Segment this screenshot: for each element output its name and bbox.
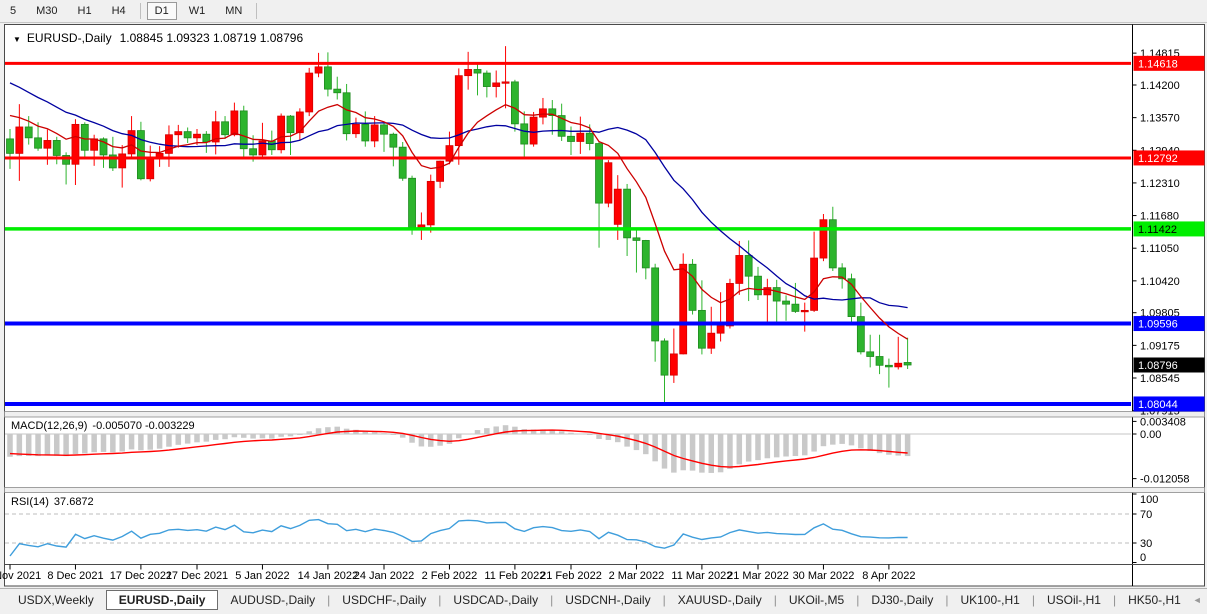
svg-text:8 Apr 2022: 8 Apr 2022 xyxy=(862,570,915,582)
svg-text:30: 30 xyxy=(1140,538,1152,550)
svg-text:1.09175: 1.09175 xyxy=(1140,340,1180,352)
chart-tab-usdcad-daily[interactable]: USDCAD-,Daily xyxy=(441,591,550,609)
chart-tab-xauusd-daily[interactable]: XAUUSD-,Daily xyxy=(666,591,774,609)
svg-text:21 Mar 2022: 21 Mar 2022 xyxy=(727,570,789,582)
tab-scroll-arrows: ◄► xyxy=(1193,595,1207,605)
svg-text:21 Feb 2022: 21 Feb 2022 xyxy=(540,570,602,582)
svg-text:-0.012058: -0.012058 xyxy=(1140,474,1190,486)
svg-text:30 Mar 2022: 30 Mar 2022 xyxy=(793,570,855,582)
svg-text:0: 0 xyxy=(1140,552,1146,564)
rsi-name: RSI(14) xyxy=(11,496,49,508)
macd-name: MACD(12,26,9) xyxy=(11,420,87,432)
svg-text:24 Jan 2022: 24 Jan 2022 xyxy=(354,570,415,582)
svg-text:1.12792: 1.12792 xyxy=(1138,153,1178,165)
macd-values: -0.005070 -0.003229 xyxy=(92,420,194,432)
svg-text:1.11680: 1.11680 xyxy=(1140,211,1179,223)
chart-tab-uk100-h1[interactable]: UK100-,H1 xyxy=(948,591,1031,609)
svg-text:8 Dec 2021: 8 Dec 2021 xyxy=(47,570,103,582)
svg-text:2 Feb 2022: 2 Feb 2022 xyxy=(422,570,478,582)
rsi-value: 37.6872 xyxy=(54,496,94,508)
chart-tab-audusd-daily[interactable]: AUDUSD-,Daily xyxy=(218,591,327,609)
svg-text:17 Dec 2021: 17 Dec 2021 xyxy=(110,570,172,582)
price-chart[interactable]: 1.148151.142001.135701.129401.123101.116… xyxy=(0,0,1207,614)
chart-tab-dj30-daily[interactable]: DJ30-,Daily xyxy=(859,591,945,609)
svg-text:11 Mar 2022: 11 Mar 2022 xyxy=(671,570,732,582)
rsi-label: RSI(14) 37.6872 xyxy=(11,496,94,508)
svg-text:1.10420: 1.10420 xyxy=(1140,276,1180,288)
chart-title: ▼ EURUSD-,Daily 1.08845 1.09323 1.08719 1.… xyxy=(13,31,303,45)
svg-text:0.00: 0.00 xyxy=(1140,429,1161,441)
chart-dropdown-icon: ▼ xyxy=(13,35,21,44)
svg-text:1.08044: 1.08044 xyxy=(1138,399,1178,411)
svg-text:1.14618: 1.14618 xyxy=(1138,58,1178,70)
svg-text:11 Feb 2022: 11 Feb 2022 xyxy=(484,570,545,582)
svg-text:0.003408: 0.003408 xyxy=(1140,416,1186,428)
svg-text:1.13570: 1.13570 xyxy=(1140,113,1180,125)
svg-text:5 Jan 2022: 5 Jan 2022 xyxy=(235,570,289,582)
macd-label: MACD(12,26,9) -0.005070 -0.003229 xyxy=(11,420,195,432)
chart-tab-usoil-h1[interactable]: USOil-,H1 xyxy=(1035,591,1113,609)
chart-tab-usdcnh-daily[interactable]: USDCNH-,Daily xyxy=(553,591,662,609)
chart-tab-eurusd-daily[interactable]: EURUSD-,Daily xyxy=(106,590,219,610)
svg-text:1.09596: 1.09596 xyxy=(1138,319,1178,331)
chart-tab-hk50-h1[interactable]: HK50-,H1 xyxy=(1116,591,1193,609)
svg-text:1.11422: 1.11422 xyxy=(1138,224,1177,236)
svg-text:1.08545: 1.08545 xyxy=(1140,373,1180,385)
svg-text:27 Dec 2021: 27 Dec 2021 xyxy=(166,570,228,582)
svg-text:1.08796: 1.08796 xyxy=(1138,360,1178,372)
svg-text:14 Jan 2022: 14 Jan 2022 xyxy=(298,570,359,582)
svg-text:1.11050: 1.11050 xyxy=(1140,243,1179,255)
chart-frame xyxy=(5,25,1205,587)
chart-tab-ukoil-m5[interactable]: UKOil-,M5 xyxy=(777,591,856,609)
chart-symbol-label: EURUSD-,Daily xyxy=(27,31,112,45)
svg-text:70: 70 xyxy=(1140,509,1152,521)
svg-text:1.14200: 1.14200 xyxy=(1140,80,1180,92)
svg-text:2 Mar 2022: 2 Mar 2022 xyxy=(609,570,665,582)
chart-tab-usdx-weekly[interactable]: USDX,Weekly xyxy=(6,591,106,609)
trading-terminal: { "toolbar": { "timeframes": [ {"label":… xyxy=(0,0,1207,614)
svg-text:100: 100 xyxy=(1140,494,1158,506)
symbol-tabbar: USDX,WeeklyEURUSD-,DailyAUDUSD-,Daily|US… xyxy=(0,588,1207,611)
svg-text:1.12310: 1.12310 xyxy=(1140,178,1180,190)
chart-tab-usdchf-daily[interactable]: USDCHF-,Daily xyxy=(330,591,438,609)
chart-ohlc-values: 1.08845 1.09323 1.08719 1.08796 xyxy=(120,31,304,45)
tab-scroll-left-button[interactable]: ◄ xyxy=(1193,595,1202,605)
svg-text:29 Nov 2021: 29 Nov 2021 xyxy=(0,570,41,582)
